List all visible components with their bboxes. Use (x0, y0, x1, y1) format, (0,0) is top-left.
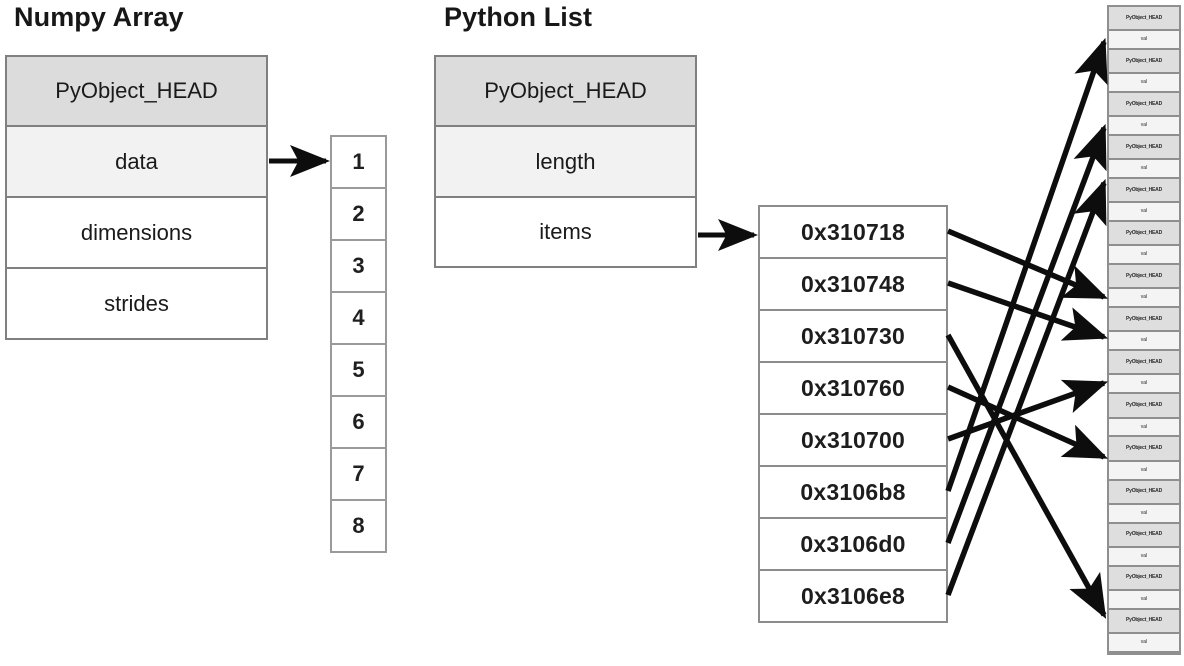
pointer-link-arrow (945, 178, 1107, 596)
numpy-data-buffer: 1 2 3 4 5 6 7 8 (330, 135, 387, 553)
data-cell: 8 (332, 501, 385, 551)
object-value-row: val (1109, 31, 1179, 51)
numpy-field-strides: strides (7, 269, 266, 338)
pointer-array-block: 0x310718 0x310748 0x310730 0x310760 0x31… (758, 205, 948, 623)
pointer-link-arrow (947, 379, 1109, 442)
object-value-row: val (1109, 74, 1179, 94)
object-value-row: val (1109, 203, 1179, 223)
numpy-field-pyobject-head: PyObject_HEAD (7, 57, 266, 127)
pointer-cell: 0x310760 (760, 363, 946, 415)
pointer-cell: 0x3106d0 (760, 519, 946, 571)
object-value-row: val (1109, 289, 1179, 309)
object-head-row: PyObject_HEAD (1109, 609, 1179, 634)
object-value-row: val (1109, 504, 1179, 524)
numpy-array-struct-box: PyObject_HEAD data dimensions strides (5, 55, 268, 340)
pointer-link-arrow (945, 333, 1107, 619)
python-list-title: Python List (444, 2, 593, 32)
numpy-field-data: data (7, 127, 266, 198)
object-head-row: PyObject_HEAD (1109, 7, 1179, 32)
pointer-cell: 0x3106b8 (760, 467, 946, 519)
object-head-row: PyObject_HEAD (1109, 523, 1179, 548)
pointer-cell: 0x310700 (760, 415, 946, 467)
pointer-link-arrow (945, 37, 1108, 492)
data-cell: 6 (332, 397, 385, 449)
pointer-cell: 0x310748 (760, 259, 946, 311)
object-value-row: val (1109, 246, 1179, 266)
object-head-row: PyObject_HEAD (1109, 136, 1179, 161)
object-head-row: PyObject_HEAD (1109, 50, 1179, 75)
pointer-cell: 0x3106e8 (760, 571, 946, 621)
numpy-array-title: Numpy Array (14, 2, 184, 32)
object-value-row: val (1109, 418, 1179, 438)
pointer-link-arrow (945, 123, 1107, 544)
object-head-row: PyObject_HEAD (1109, 351, 1179, 376)
python-list-struct-box: PyObject_HEAD length items (434, 55, 697, 268)
data-cell: 4 (332, 293, 385, 345)
pointer-cell: 0x310730 (760, 311, 946, 363)
pointer-cell: 0x310718 (760, 207, 946, 259)
pointer-link-arrow (947, 280, 1109, 341)
object-value-row: val (1109, 117, 1179, 137)
arrow-pointer-to-object-group (945, 37, 1109, 619)
object-value-row: val (1109, 633, 1179, 653)
data-cell: 7 (332, 449, 385, 501)
data-cell: 5 (332, 345, 385, 397)
object-head-row: PyObject_HEAD (1109, 93, 1179, 118)
object-value-row: val (1109, 160, 1179, 180)
object-value-row: val (1109, 375, 1179, 395)
object-value-row: val (1109, 547, 1179, 567)
object-head-row: PyObject_HEAD (1109, 179, 1179, 204)
object-head-row: PyObject_HEAD (1109, 480, 1179, 505)
object-head-row: PyObject_HEAD (1109, 308, 1179, 333)
object-head-row: PyObject_HEAD (1109, 394, 1179, 419)
data-cell: 2 (332, 189, 385, 241)
data-cell: 3 (332, 241, 385, 293)
object-value-row: val (1109, 332, 1179, 352)
numpy-field-dimensions: dimensions (7, 198, 266, 269)
object-value-row: val (1109, 461, 1179, 481)
data-cell: 1 (332, 137, 385, 189)
object-head-row: PyObject_HEAD (1109, 437, 1179, 462)
object-head-row: PyObject_HEAD (1109, 566, 1179, 591)
object-value-row: val (1109, 590, 1179, 610)
list-field-length: length (436, 127, 695, 198)
pointer-link-arrow (946, 228, 1109, 300)
list-field-pyobject-head: PyObject_HEAD (436, 57, 695, 127)
object-head-row: PyObject_HEAD (1109, 222, 1179, 247)
scattered-python-objects: PyObject_HEAD val PyObject_HEAD val PyObject… (1107, 5, 1181, 655)
object-head-row: PyObject_HEAD (1109, 265, 1179, 290)
list-field-items: items (436, 198, 695, 266)
pointer-link-arrow (946, 384, 1109, 460)
diagram-canvas: Numpy Array PyObject_HEAD data dimension… (0, 0, 1184, 666)
